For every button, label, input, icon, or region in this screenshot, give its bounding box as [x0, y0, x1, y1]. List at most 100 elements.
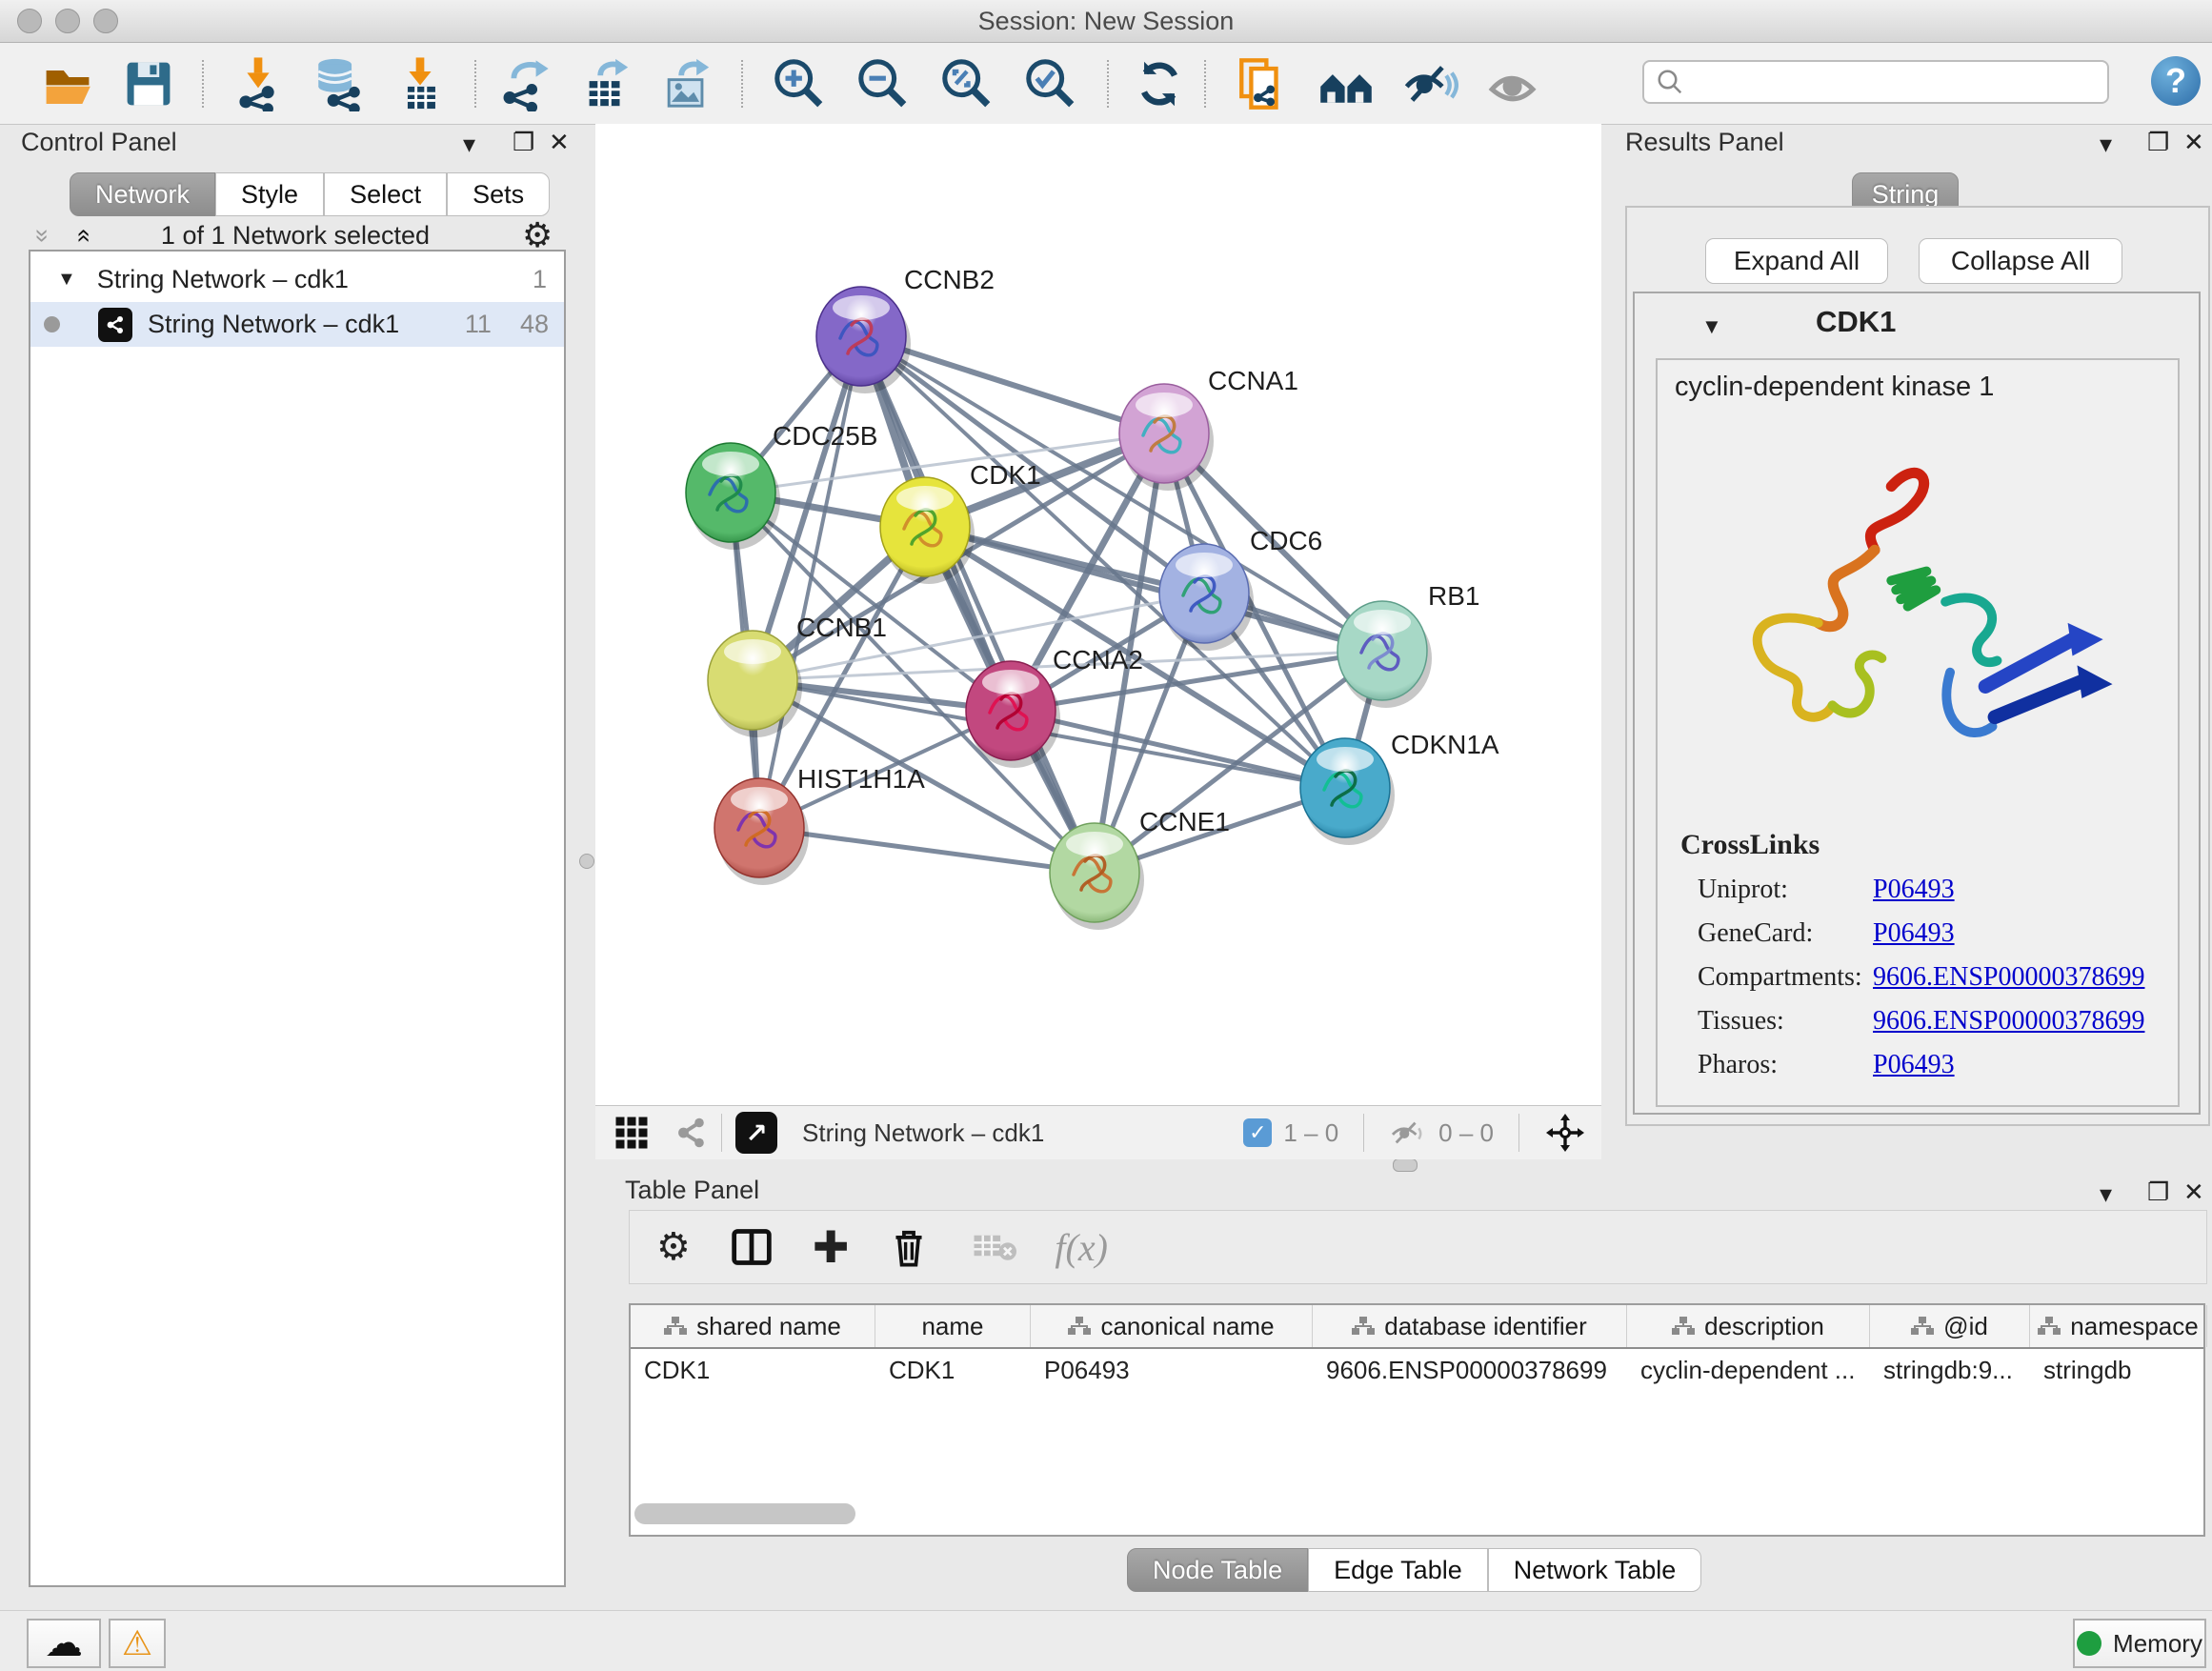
table-panel-float-icon[interactable]: ❐ — [2147, 1178, 2169, 1207]
column-header-name[interactable]: name — [875, 1305, 1031, 1347]
network-canvas[interactable]: CCNB2CCNA1CDC25BCDK1CDC6RB1CCNB1CCNA2CDK… — [595, 124, 1601, 1105]
table-row[interactable]: CDK1CDK1P064939606.ENSP00000378699cyclin… — [631, 1349, 2203, 1391]
table-options-gear-icon[interactable]: ⚙ — [656, 1225, 691, 1269]
expand-all-button[interactable]: Expand All — [1705, 238, 1888, 284]
tab-sets[interactable]: Sets — [447, 172, 550, 216]
tree-expander-icon[interactable]: ▼ — [57, 269, 76, 291]
tab-node-table[interactable]: Node Table — [1127, 1548, 1308, 1592]
crosslink-link[interactable]: P06493 — [1873, 875, 1955, 905]
results-panel-menu-icon[interactable]: ▾ — [2100, 130, 2112, 159]
control-panel-menu-icon[interactable]: ▾ — [463, 130, 475, 159]
delete-table-icon[interactable] — [973, 1230, 1016, 1264]
show-hidden-icon[interactable] — [1484, 54, 1543, 113]
clone-network-icon[interactable] — [1233, 54, 1292, 113]
show-all-networks-icon[interactable] — [1317, 54, 1376, 113]
network-view[interactable]: CCNB2CCNA1CDC25BCDK1CDC6RB1CCNB1CCNA2CDK… — [595, 124, 1601, 1105]
selected-checkbox-icon[interactable]: ✓ — [1243, 1118, 1272, 1147]
open-session-icon[interactable] — [38, 54, 97, 113]
results-panel-close-icon[interactable]: ✕ — [2183, 128, 2204, 157]
add-column-icon[interactable]: ✚ — [813, 1221, 850, 1273]
tab-style[interactable]: Style — [215, 172, 324, 216]
network-row[interactable]: String Network – cdk1 11 48 — [30, 302, 564, 347]
table-panel-menu-icon[interactable]: ▾ — [2100, 1179, 2112, 1209]
cell-description[interactable]: cyclin-dependent ... — [1627, 1356, 1870, 1385]
zoom-fit-icon[interactable] — [937, 54, 996, 113]
window-title: Session: New Session — [0, 7, 2212, 36]
column-header-@id[interactable]: @id — [1870, 1305, 2030, 1347]
cloud-button[interactable]: ☁ — [27, 1619, 101, 1668]
cell-shared-name[interactable]: CDK1 — [631, 1356, 875, 1385]
cell-namespace[interactable]: stringdb — [2030, 1356, 2207, 1385]
crosslink-link[interactable]: 9606.ENSP00000378699 — [1873, 962, 2144, 993]
zoom-in-icon[interactable] — [770, 54, 829, 113]
network-type-icon — [98, 308, 132, 342]
column-header-namespace[interactable]: namespace — [2030, 1305, 2207, 1347]
search-icon — [1656, 68, 1684, 96]
column-header-canonical-name[interactable]: canonical name — [1031, 1305, 1313, 1347]
collapse-all-chevron-icon[interactable]: » — [29, 229, 58, 242]
export-table-icon[interactable] — [576, 54, 635, 113]
import-network-from-database-icon[interactable] — [310, 54, 369, 113]
results-panel-float-icon[interactable]: ❐ — [2147, 128, 2169, 157]
control-panel-close-icon[interactable]: ✕ — [549, 128, 570, 157]
expand-all-chevron-icon[interactable]: « — [70, 229, 100, 242]
search-input[interactable] — [1684, 67, 2088, 98]
pan-tool-icon[interactable] — [1544, 1112, 1586, 1154]
bottom-splitter-handle[interactable] — [1393, 1158, 1418, 1172]
control-panel-float-icon[interactable]: ❐ — [513, 128, 534, 157]
toolbar-separator — [474, 60, 476, 108]
network-node-RB1[interactable]: RB1 — [1337, 581, 1479, 708]
network-node-CCNA1[interactable]: CCNA1 — [1119, 366, 1298, 491]
warnings-button[interactable]: ⚠ — [109, 1619, 166, 1668]
tab-edge-table[interactable]: Edge Table — [1308, 1548, 1488, 1592]
tab-network-table[interactable]: Network Table — [1488, 1548, 1702, 1592]
protein-description: cyclin-dependent kinase 1 — [1675, 372, 1994, 403]
export-network-icon[interactable] — [495, 54, 554, 113]
column-header-description[interactable]: description — [1627, 1305, 1870, 1347]
save-session-icon[interactable] — [119, 54, 178, 113]
help-button[interactable]: ? — [2151, 56, 2201, 106]
namespace-icon — [2038, 1316, 2061, 1337]
zoom-selected-icon[interactable] — [1021, 54, 1080, 113]
network-node-CDC6[interactable]: CDC6 — [1159, 526, 1322, 651]
horizontal-scrollbar[interactable] — [634, 1503, 855, 1524]
cell-name[interactable]: CDK1 — [875, 1356, 1031, 1385]
import-table-icon[interactable] — [391, 54, 450, 113]
network-node-CDKN1A[interactable]: CDKN1A — [1300, 730, 1499, 845]
collapse-all-button[interactable]: Collapse All — [1919, 238, 2122, 284]
hide-selected-icon[interactable] — [1400, 54, 1459, 113]
grid-view-icon[interactable] — [614, 1116, 649, 1150]
node-label: HIST1H1A — [797, 764, 925, 794]
table-panel-close-icon[interactable]: ✕ — [2183, 1178, 2204, 1207]
cell-database-identifier[interactable]: 9606.ENSP00000378699 — [1313, 1356, 1627, 1385]
crosslink-link[interactable]: P06493 — [1873, 918, 1955, 949]
network-node-CCNB2[interactable]: CCNB2 — [816, 265, 995, 393]
refresh-layout-icon[interactable] — [1130, 54, 1189, 113]
search-box[interactable] — [1642, 60, 2109, 104]
column-header-shared-name[interactable]: shared name — [631, 1305, 875, 1347]
export-image-icon[interactable] — [657, 54, 716, 113]
network-list-icon[interactable] — [674, 1116, 708, 1150]
node-label: CDC25B — [773, 421, 877, 451]
network-node-CCNE1[interactable]: CCNE1 — [1050, 807, 1230, 930]
cell-@id[interactable]: stringdb:9... — [1870, 1356, 2030, 1385]
delete-column-icon[interactable] — [889, 1226, 929, 1268]
memory-button[interactable]: Memory — [2073, 1619, 2206, 1668]
network-node-HIST1H1A[interactable]: HIST1H1A — [714, 764, 925, 885]
cell-canonical-name[interactable]: P06493 — [1031, 1356, 1313, 1385]
network-collection-row[interactable]: ▼ String Network – cdk1 1 — [30, 257, 564, 302]
tab-network[interactable]: Network — [70, 172, 215, 216]
zoom-out-icon[interactable] — [854, 54, 913, 113]
left-splitter-handle[interactable] — [579, 854, 594, 869]
network-edge[interactable] — [759, 828, 1095, 873]
section-expander-icon[interactable]: ▼ — [1701, 314, 1722, 339]
import-network-icon[interactable] — [229, 54, 288, 113]
function-builder-icon[interactable]: f(x) — [1055, 1225, 1108, 1270]
birds-eye-view-icon[interactable]: ↗ — [735, 1112, 777, 1154]
column-header-database-identifier[interactable]: database identifier — [1313, 1305, 1627, 1347]
crosslink-link[interactable]: 9606.ENSP00000378699 — [1873, 1006, 2144, 1037]
tab-select[interactable]: Select — [324, 172, 447, 216]
show-columns-icon[interactable] — [731, 1226, 773, 1268]
crosslink-link[interactable]: P06493 — [1873, 1050, 1955, 1080]
node-table[interactable]: shared namenamecanonical namedatabase id… — [629, 1303, 2205, 1537]
